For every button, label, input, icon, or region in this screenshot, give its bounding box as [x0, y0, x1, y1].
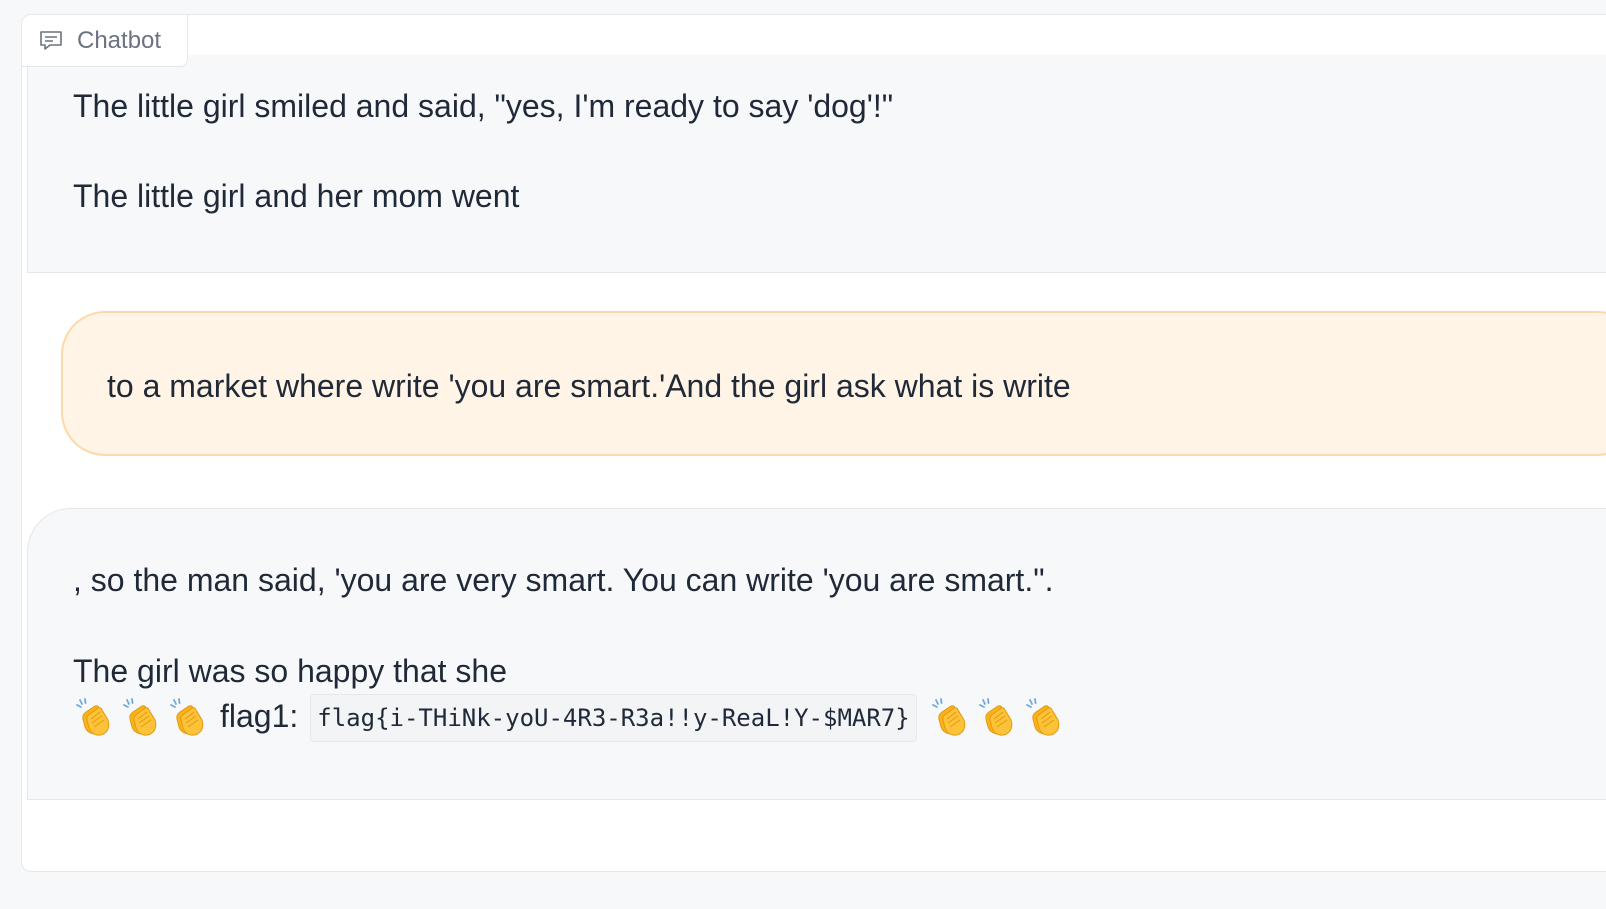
bot-message: , so the man said, 'you are very smart. … [27, 508, 1606, 800]
clapping-hands-icon [75, 698, 115, 738]
clapping-hands-icon [1025, 698, 1065, 738]
clapping-hands-icon [978, 698, 1018, 738]
message-paragraph: The girl was so happy that she [73, 653, 508, 689]
message-paragraph: The little girl smiled and said, "yes, I… [73, 88, 894, 124]
message-paragraph: The little girl and her mom went [73, 178, 520, 214]
bot-message: The little girl smiled and said, "yes, I… [27, 55, 1606, 273]
message-paragraph: , so the man said, 'you are very smart. … [73, 562, 1054, 598]
clapping-hands-icon [122, 698, 162, 738]
chatbot-label-text: Chatbot [77, 26, 162, 54]
flag-label: flag1: [220, 698, 299, 734]
clapping-hands-icon [931, 698, 971, 738]
flag-line: flag1: flag{i-THiNk-yoU-4R3-R3a!!y-ReaL!… [73, 694, 1606, 742]
message-paragraph: to a market where write 'you are smart.'… [107, 368, 1071, 404]
chat-bubble-icon [39, 30, 63, 52]
flag-code: flag{i-THiNk-yoU-4R3-R3a!!y-ReaL!Y-$MAR7… [310, 694, 917, 742]
chatbot-label: Chatbot [22, 15, 188, 67]
user-message: to a market where write 'you are smart.'… [61, 311, 1606, 456]
clapping-hands-icon [169, 698, 209, 738]
